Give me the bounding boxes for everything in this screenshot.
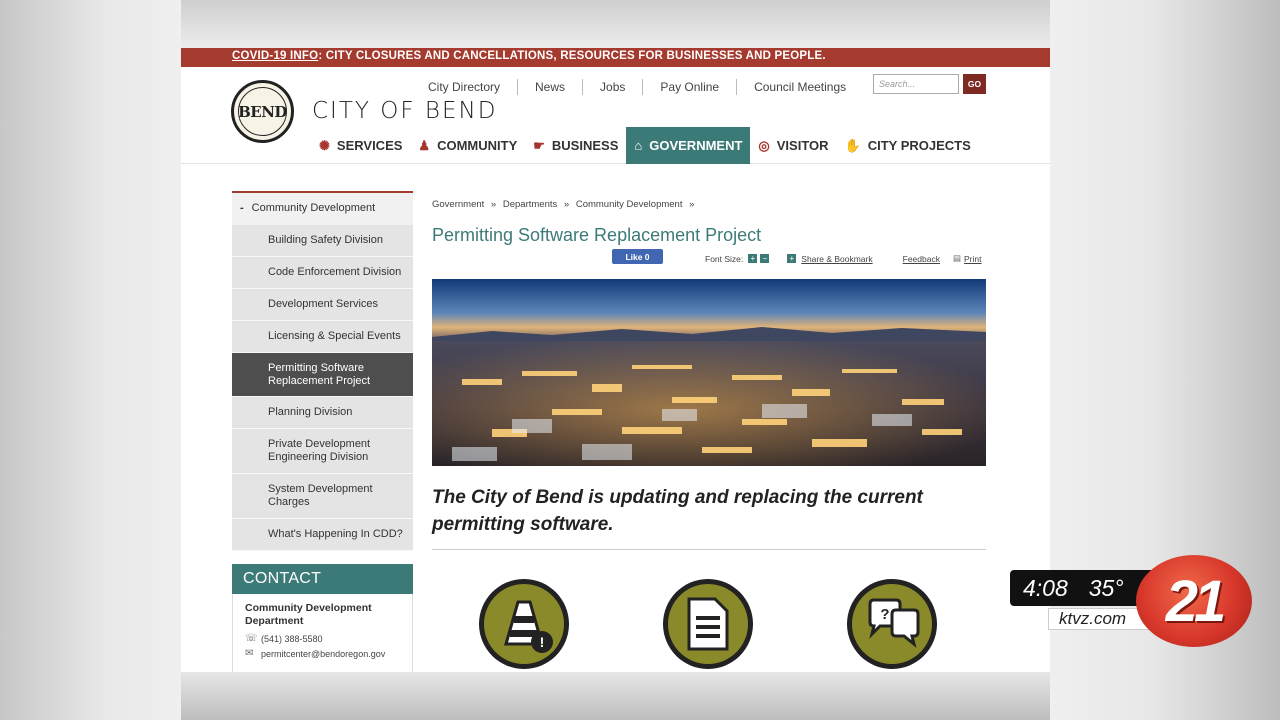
seal-text: BEND <box>238 87 287 136</box>
nav-community-label: COMMUNITY <box>437 138 518 153</box>
sidebar-header-label: Community Development <box>251 202 376 214</box>
station-logo: 21 <box>1136 555 1252 647</box>
nav-visitor[interactable]: ◎ VISITOR <box>750 127 836 164</box>
sidebar-item-private-development[interactable]: Private Development Engineering Division <box>232 429 413 474</box>
sidebar-item-building-safety[interactable]: Building Safety Division <box>232 225 413 257</box>
building-icon: ⌂ <box>634 138 643 153</box>
breadcrumb: Government » Departments » Community Dev… <box>432 199 698 210</box>
phone-icon: ☏ <box>245 633 258 644</box>
nav-government[interactable]: ⌂ GOVERNMENT <box>626 127 751 164</box>
nav-city-projects-label: CITY PROJECTS <box>867 138 971 153</box>
document-icon-fill <box>668 584 748 664</box>
utility-link-pay-online[interactable]: Pay Online <box>643 79 738 95</box>
website-page: COVID-19 INFO: CITY CLOSURES AND CANCELL… <box>181 48 1050 672</box>
traffic-cone-alert-icon-fill: ! <box>484 584 564 664</box>
covid-banner-text: : CITY CLOSURES AND CANCELLATIONS, RESOU… <box>318 50 826 62</box>
breadcrumb-community-development[interactable]: Community Development <box>576 199 683 210</box>
contact-card: Community Development Department ☏ (541)… <box>232 594 413 672</box>
collapse-icon[interactable]: - <box>240 202 244 214</box>
share-icon[interactable]: + <box>787 254 797 263</box>
headline: The City of Bend is updating and replaci… <box>432 487 923 535</box>
contact-phone[interactable]: (541) 388-5580 <box>261 634 323 644</box>
font-increase-icon[interactable]: + <box>748 254 758 263</box>
hero-image-city-night <box>432 279 986 466</box>
breadcrumb-separator: » <box>689 199 695 210</box>
main-nav: ✺ SERVICES ♟ COMMUNITY ☛ BUSINESS ⌂ GOVE… <box>311 127 979 164</box>
nav-government-label: GOVERNMENT <box>649 138 743 153</box>
utility-link-news[interactable]: News <box>518 79 584 95</box>
sidebar-header[interactable]: - Community Development <box>232 191 413 225</box>
binoculars-icon: ◎ <box>758 137 770 153</box>
contact-email-row: ✉ permitcenter@bendoregon.gov <box>245 648 412 659</box>
page-title: Permitting Software Replacement Project <box>432 225 762 245</box>
sidebar-item-planning[interactable]: Planning Division <box>232 397 413 429</box>
sidebar-nav: - Community Development Building Safety D… <box>232 191 413 551</box>
contact-header: CONTACT <box>232 564 413 594</box>
breadcrumb-separator: » <box>563 199 570 210</box>
utility-link-council-meetings[interactable]: Council Meetings <box>737 79 863 95</box>
sidebar-item-code-enforcement[interactable]: Code Enforcement Division <box>232 257 413 289</box>
utility-nav: City Directory News Jobs Pay Online Coun… <box>411 76 863 98</box>
city-name[interactable]: CITY OF BEND <box>312 98 497 124</box>
nav-visitor-label: VISITOR <box>776 138 829 153</box>
covid-banner[interactable]: COVID-19 INFO: CITY CLOSURES AND CANCELL… <box>181 48 1050 67</box>
city-night-photo <box>432 279 986 466</box>
sidebar-item-development-services[interactable]: Development Services <box>232 289 413 321</box>
nav-services-label: SERVICES <box>336 138 403 153</box>
sidebar-item-licensing[interactable]: Licensing & Special Events <box>232 321 413 353</box>
city-seal-logo[interactable]: BEND <box>231 80 294 143</box>
svg-text:!: ! <box>540 634 545 650</box>
chat-question-icon[interactable]: ? <box>847 579 937 669</box>
document-icon[interactable] <box>663 579 753 669</box>
search-go-button[interactable]: GO <box>963 74 986 94</box>
tv-station-bug: 4:08 35° ktvz.com 21 <box>1010 555 1252 650</box>
breadcrumb-government[interactable]: Government <box>432 199 484 210</box>
people-icon: ♟ <box>418 137 431 153</box>
bug-time: 4:08 <box>1023 574 1068 601</box>
site-header: BEND CITY OF BEND City Directory News Jo… <box>181 67 1050 164</box>
svg-text:?: ? <box>880 606 889 623</box>
nav-business[interactable]: ☛ BUSINESS <box>525 127 626 164</box>
sidebar-item-whats-happening[interactable]: What's Happening In CDD? <box>232 519 413 551</box>
contact-phone-row: ☏ (541) 388-5580 <box>245 633 412 644</box>
traffic-cone-icon: ! <box>504 600 553 653</box>
video-frame-left <box>0 0 181 720</box>
breadcrumb-departments[interactable]: Departments <box>503 199 557 210</box>
traffic-cone-alert-icon[interactable]: ! <box>479 579 569 669</box>
facebook-like-button[interactable]: Like 0 <box>612 249 663 264</box>
nav-city-projects[interactable]: ✋ CITY PROJECTS <box>837 127 979 164</box>
like-label: Like 0 <box>625 251 650 262</box>
sidebar-item-system-development-charges[interactable]: System Development Charges <box>232 474 413 519</box>
nav-business-label: BUSINESS <box>551 138 619 153</box>
chat-question-icon-fill: ? <box>852 584 932 664</box>
search-input[interactable]: Search... <box>873 74 959 94</box>
nav-services[interactable]: ✺ SERVICES <box>311 127 410 164</box>
font-size-label: Font Size: <box>705 253 744 264</box>
covid-banner-lead[interactable]: COVID-19 INFO <box>232 50 318 62</box>
divider <box>432 549 986 550</box>
utility-link-jobs[interactable]: Jobs <box>583 79 644 95</box>
hand-icon: ✋ <box>844 137 861 153</box>
utility-link-city-directory[interactable]: City Directory <box>411 79 519 95</box>
sidebar-item-permitting-software[interactable]: Permitting Software Replacement Project <box>232 353 413 397</box>
contact-email[interactable]: permitcenter@bendoregon.gov <box>261 649 385 659</box>
chat-bubbles-glyph: ? <box>868 598 920 648</box>
contact-org: Community Development Department <box>245 602 372 627</box>
print-link[interactable]: Print <box>964 254 981 264</box>
share-bookmark-link[interactable]: Share & Bookmark <box>801 254 872 264</box>
breadcrumb-separator: » <box>490 199 497 210</box>
font-decrease-icon[interactable]: − <box>760 254 770 263</box>
handshake-icon: ☛ <box>533 137 545 153</box>
email-icon: ✉ <box>245 648 254 659</box>
print-icon[interactable]: ▤ <box>953 253 961 264</box>
document-glyph <box>687 597 729 651</box>
gears-icon: ✺ <box>319 137 330 153</box>
bug-temp: 35° <box>1088 574 1124 601</box>
feedback-link[interactable]: Feedback <box>903 254 940 264</box>
nav-community[interactable]: ♟ COMMUNITY <box>410 127 525 164</box>
page-tools: Font Size: + − + Share & Bookmark Feedba… <box>705 253 981 264</box>
